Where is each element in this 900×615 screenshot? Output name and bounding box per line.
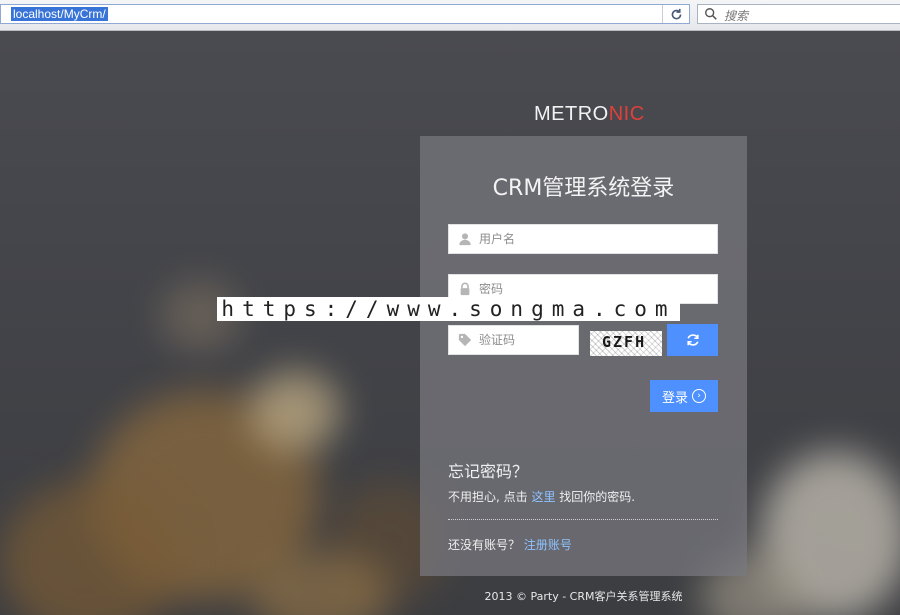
forgot-password-title: 忘记密码？ (448, 462, 529, 481)
captcha-input[interactable] (479, 326, 574, 354)
login-panel: CRM管理系统登录 GZFH 登录 › 忘记密码？ 不用担心, 点击 这里 找回… (420, 136, 747, 576)
lock-icon (460, 282, 470, 296)
logo-text-accent: NIC (608, 103, 645, 125)
forgot-text-before: 不用担心, 点击 (448, 490, 532, 504)
address-bar[interactable]: localhost/MyCrm/ (0, 4, 690, 24)
username-input[interactable] (479, 225, 709, 253)
refresh-captcha-button[interactable] (667, 324, 718, 356)
captcha-field[interactable] (448, 325, 579, 355)
refresh-icon (686, 334, 699, 346)
reload-icon[interactable] (662, 5, 689, 23)
forgot-text-after: 找回你的密码. (555, 490, 636, 504)
forgot-password-text: 不用担心, 点击 这里 找回你的密码. (448, 488, 635, 505)
search-box[interactable]: 搜索 (697, 4, 900, 24)
watermark: https://www.songma.com (217, 297, 680, 321)
captcha-image[interactable]: GZFH (590, 331, 662, 356)
logo-text-main: METRO (534, 103, 609, 125)
username-field[interactable] (448, 224, 718, 254)
divider (448, 519, 718, 520)
user-icon (459, 233, 471, 246)
tag-icon (458, 333, 472, 347)
login-button[interactable]: 登录 › (650, 380, 718, 412)
forgot-password-link[interactable]: 这里 (531, 490, 555, 504)
browser-toolbar: localhost/MyCrm/ 搜索 (0, 0, 900, 31)
search-icon (705, 8, 717, 20)
search-placeholder: 搜索 (724, 9, 749, 23)
arrow-right-icon: › (692, 389, 706, 403)
address-text[interactable]: localhost/MyCrm/ (11, 7, 108, 21)
login-title: CRM管理系统登录 (492, 176, 675, 201)
logo: METRONIC (534, 103, 645, 126)
register-link[interactable]: 注册账号 (524, 538, 572, 552)
register-prompt: 还没有账号？ (448, 538, 524, 552)
captcha-text: GZFH (602, 333, 647, 351)
copyright-footer: 2013 © Party - CRM客户关系管理系统 (484, 590, 683, 603)
login-button-label: 登录 (661, 390, 688, 406)
register-row: 还没有账号？ 注册账号 (448, 536, 572, 553)
